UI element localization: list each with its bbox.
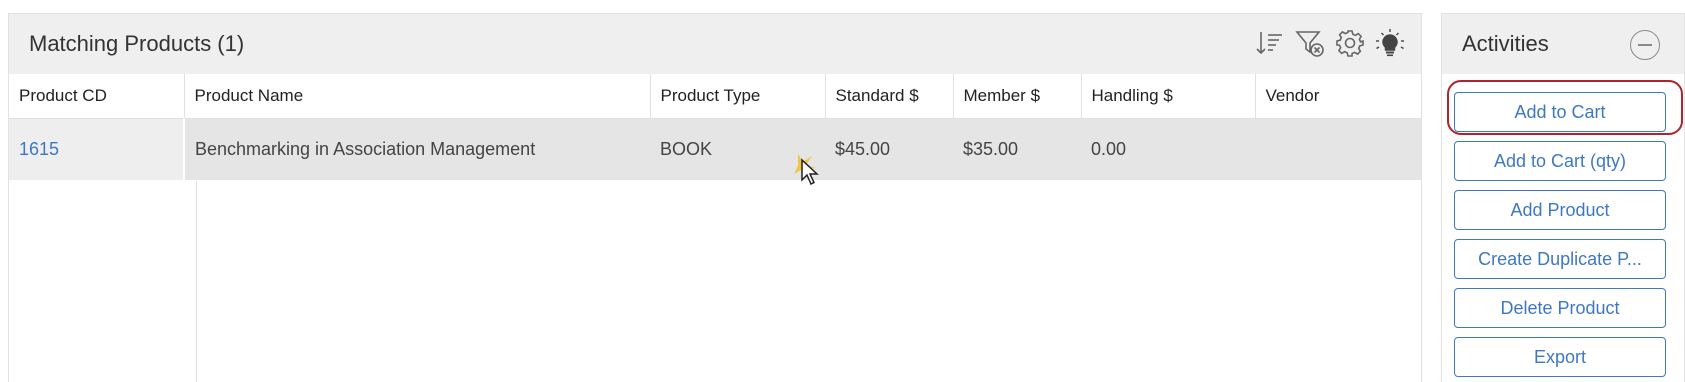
grid-toolbar (1253, 26, 1407, 60)
column-header-vendor[interactable]: Vendor (1255, 74, 1421, 119)
activities-panel: Activities Add to Cart Add to Cart (qty)… (1441, 13, 1685, 382)
column-header-member[interactable]: Member $ (953, 74, 1082, 119)
table-header-row: Product CD Product Name Product Type Sta… (9, 74, 1421, 119)
activities-header: Activities (1442, 14, 1684, 74)
create-duplicate-product-button[interactable]: Create Duplicate P... (1454, 239, 1666, 279)
member-price-cell: $35.00 (963, 138, 1019, 159)
products-panel-header: Matching Products (1) (9, 14, 1421, 74)
activities-title: Activities (1462, 31, 1549, 56)
sort-icon[interactable] (1253, 26, 1287, 60)
empty-grid-area (9, 181, 197, 382)
column-header-product-name[interactable]: Product Name (184, 74, 651, 119)
add-product-button[interactable]: Add Product (1454, 190, 1666, 230)
delete-product-button[interactable]: Delete Product (1454, 288, 1666, 328)
product-name-cell: Benchmarking in Association Management (195, 138, 536, 159)
add-to-cart-button[interactable]: Add to Cart (1454, 92, 1666, 132)
product-cd-link[interactable]: 1615 (9, 118, 185, 180)
add-to-cart-qty-button[interactable]: Add to Cart (qty) (1454, 141, 1666, 181)
column-header-product-cd[interactable]: Product CD (9, 74, 185, 119)
products-table: Product CD Product Name Product Type Sta… (9, 74, 1421, 180)
lightbulb-icon[interactable] (1373, 26, 1407, 60)
panel-title: Matching Products (1) (29, 31, 245, 56)
handling-cell: 0.00 (1091, 138, 1127, 159)
export-button[interactable]: Export (1454, 337, 1666, 377)
column-header-product-type[interactable]: Product Type (650, 74, 826, 119)
matching-products-panel: Matching Products (1) Product CD Product… (8, 13, 1422, 382)
filter-clear-icon[interactable] (1293, 26, 1327, 60)
product-type-cell: BOOK (660, 138, 713, 159)
standard-price-cell: $45.00 (835, 138, 891, 159)
column-header-standard[interactable]: Standard $ (825, 74, 954, 119)
activities-list: Add to Cart Add to Cart (qty) Add Produc… (1442, 74, 1684, 377)
vendor-cell (1255, 118, 1421, 180)
collapse-icon[interactable] (1630, 30, 1660, 60)
column-header-handling[interactable]: Handling $ (1081, 74, 1256, 119)
table-row[interactable]: 1615 Benchmarking in Association Managem… (9, 118, 1421, 180)
settings-gear-icon[interactable] (1333, 26, 1367, 60)
